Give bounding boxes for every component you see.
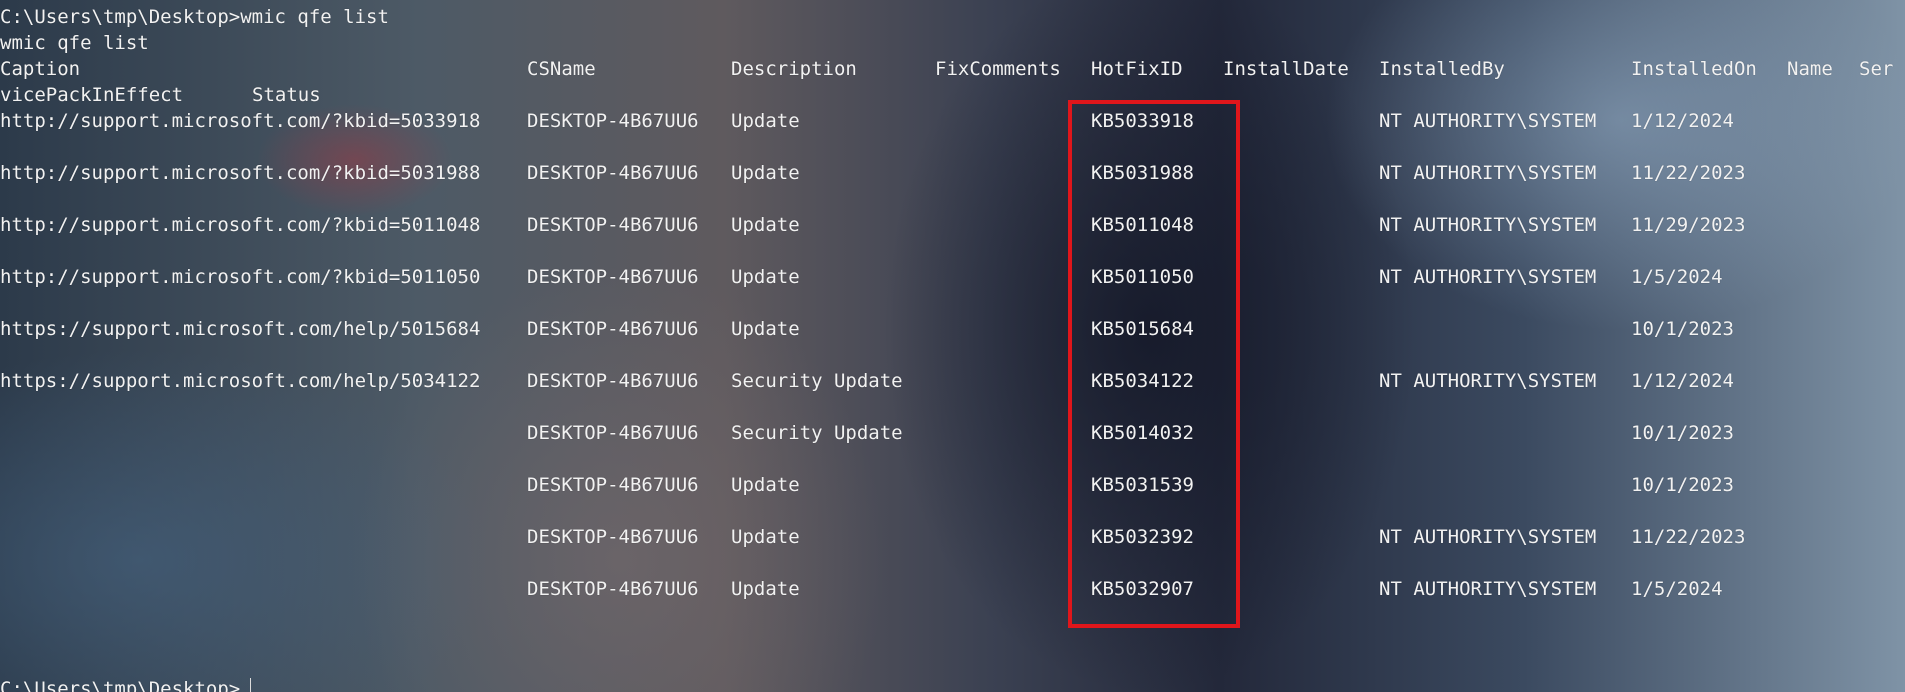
row-installed-on: 1/5/2024 bbox=[1631, 578, 1723, 600]
row-installed-on: 11/22/2023 bbox=[1631, 162, 1746, 184]
header-install-date: InstallDate bbox=[1223, 58, 1349, 80]
row-installed-by: NT AUTHORITY\SYSTEM bbox=[1379, 266, 1597, 288]
row-csname: DESKTOP-4B67UU6 bbox=[527, 318, 699, 340]
row-caption: http://support.microsoft.com/?kbid=50319… bbox=[0, 162, 481, 184]
row-csname: DESKTOP-4B67UU6 bbox=[527, 422, 699, 444]
row-description: Update bbox=[731, 162, 800, 184]
row-description: Update bbox=[731, 578, 800, 600]
row-installed-by: NT AUTHORITY\SYSTEM bbox=[1379, 110, 1597, 132]
row-caption: http://support.microsoft.com/?kbid=50339… bbox=[0, 110, 481, 132]
row-csname: DESKTOP-4B67UU6 bbox=[527, 578, 699, 600]
header-fix-comments: FixComments bbox=[935, 58, 1061, 80]
row-installed-on: 10/1/2023 bbox=[1631, 474, 1734, 496]
row-caption: http://support.microsoft.com/?kbid=50110… bbox=[0, 214, 481, 236]
header-installed-by: InstalledBy bbox=[1379, 58, 1505, 80]
command-line: C:\Users\tmp\Desktop>wmic qfe list bbox=[0, 6, 389, 28]
header-service-pack-tail: vicePackInEffect bbox=[0, 84, 184, 106]
header-status: Status bbox=[252, 84, 321, 106]
row-installed-by: NT AUTHORITY\SYSTEM bbox=[1379, 578, 1597, 600]
text-cursor bbox=[250, 678, 251, 692]
row-csname: DESKTOP-4B67UU6 bbox=[527, 370, 699, 392]
row-csname: DESKTOP-4B67UU6 bbox=[527, 110, 699, 132]
row-description: Update bbox=[731, 110, 800, 132]
row-description: Update bbox=[731, 318, 800, 340]
row-caption: https://support.microsoft.com/help/50341… bbox=[0, 370, 481, 392]
terminal-window[interactable]: C:\Users\tmp\Desktop>wmic qfe list wmic … bbox=[0, 0, 1905, 692]
row-caption: https://support.microsoft.com/help/50156… bbox=[0, 318, 481, 340]
row-description: Security Update bbox=[731, 422, 903, 444]
header-csname: CSName bbox=[527, 58, 596, 80]
row-description: Update bbox=[731, 266, 800, 288]
row-description: Update bbox=[731, 526, 800, 548]
row-installed-on: 11/22/2023 bbox=[1631, 526, 1746, 548]
row-csname: DESKTOP-4B67UU6 bbox=[527, 162, 699, 184]
row-installed-on: 11/29/2023 bbox=[1631, 214, 1746, 236]
row-description: Update bbox=[731, 474, 800, 496]
row-description: Security Update bbox=[731, 370, 903, 392]
row-installed-on: 10/1/2023 bbox=[1631, 318, 1734, 340]
header-description: Description bbox=[731, 58, 857, 80]
final-prompt[interactable]: C:\Users\tmp\Desktop> bbox=[0, 676, 240, 692]
row-installed-on: 1/12/2024 bbox=[1631, 110, 1734, 132]
row-installed-by: NT AUTHORITY\SYSTEM bbox=[1379, 370, 1597, 392]
header-service-pack-head: Ser bbox=[1859, 58, 1894, 80]
header-caption: Caption bbox=[0, 58, 81, 80]
row-csname: DESKTOP-4B67UU6 bbox=[527, 526, 699, 548]
row-installed-by: NT AUTHORITY\SYSTEM bbox=[1379, 162, 1597, 184]
header-name: Name bbox=[1787, 58, 1833, 80]
command-echo: wmic qfe list bbox=[0, 32, 149, 54]
row-csname: DESKTOP-4B67UU6 bbox=[527, 474, 699, 496]
row-installed-on: 1/12/2024 bbox=[1631, 370, 1734, 392]
row-csname: DESKTOP-4B67UU6 bbox=[527, 266, 699, 288]
row-caption: http://support.microsoft.com/?kbid=50110… bbox=[0, 266, 481, 288]
row-installed-on: 1/5/2024 bbox=[1631, 266, 1723, 288]
row-description: Update bbox=[731, 214, 800, 236]
header-installed-on: InstalledOn bbox=[1631, 58, 1757, 80]
row-csname: DESKTOP-4B67UU6 bbox=[527, 214, 699, 236]
hotfix-id-highlight-box bbox=[1068, 100, 1240, 628]
header-hotfix-id: HotFixID bbox=[1091, 58, 1183, 80]
row-installed-by: NT AUTHORITY\SYSTEM bbox=[1379, 214, 1597, 236]
row-installed-by: NT AUTHORITY\SYSTEM bbox=[1379, 526, 1597, 548]
row-installed-on: 10/1/2023 bbox=[1631, 422, 1734, 444]
